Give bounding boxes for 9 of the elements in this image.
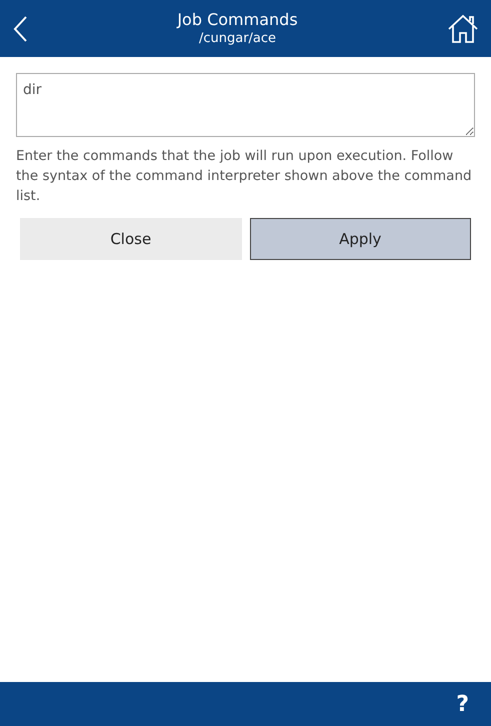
home-icon[interactable] [447, 14, 479, 44]
page-title: Job Commands [177, 10, 298, 30]
commands-field[interactable]: dir [16, 73, 475, 137]
apply-button[interactable]: Apply [250, 218, 471, 260]
help-button[interactable]: ? [450, 686, 475, 722]
help-text: Enter the commands that the job will run upon execution. Follow the syntax of the command interpreter shown above the command list. [16, 147, 473, 206]
close-button[interactable]: Close [20, 218, 242, 260]
page-subtitle: /cungar/ace [198, 30, 276, 48]
back-icon[interactable] [12, 14, 28, 42]
